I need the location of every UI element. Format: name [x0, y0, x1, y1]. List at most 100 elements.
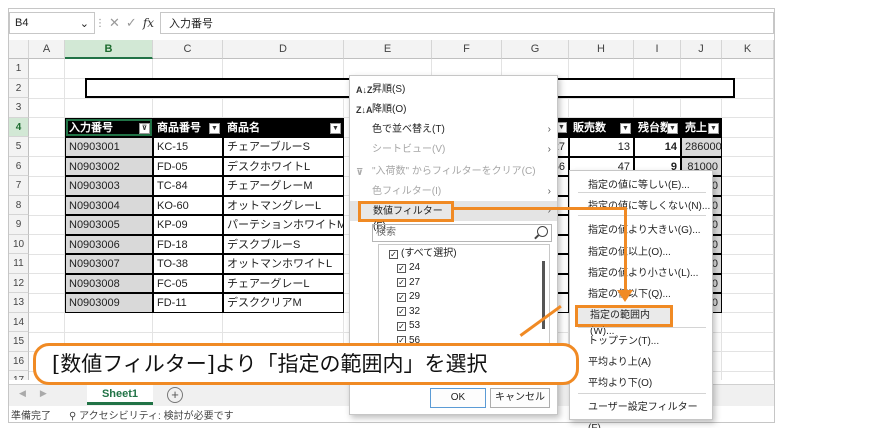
row-header-6[interactable]: 6	[9, 156, 29, 176]
table-cell-code[interactable]: TO-38	[153, 254, 223, 274]
row-header-17[interactable]: 17	[9, 371, 29, 380]
accessibility-status[interactable]: ⚲ アクセシビリティ: 検討が必要です	[69, 407, 234, 422]
table-cell-id[interactable]: N0903007	[65, 254, 153, 274]
chevron-down-icon[interactable]: ⌄	[80, 17, 89, 30]
submenu-item-4[interactable]: 指定の値より小さい(L)...	[570, 263, 712, 284]
cancel-x-icon[interactable]: ✕	[109, 15, 120, 31]
filter-value-item[interactable]: ✓ 29	[397, 290, 420, 304]
checkbox-checked-icon[interactable]: ✓	[397, 278, 406, 287]
submenu-item-6[interactable]: 指定の範囲内(W)...	[575, 305, 673, 337]
table-header-cell[interactable]: 商品番号 ▼	[153, 117, 223, 137]
filter-search-input[interactable]: 検索	[372, 224, 552, 242]
ok-button[interactable]: OK	[430, 388, 486, 408]
column-header-g[interactable]: G	[502, 40, 569, 59]
filter-dropdown-icon[interactable]: ▼	[667, 122, 678, 134]
checkbox-checked-icon[interactable]: ✓	[389, 249, 398, 259]
row-header-8[interactable]: 8	[9, 195, 29, 215]
formula-input[interactable]: 入力番号	[160, 12, 774, 34]
table-cell-name[interactable]: チェアーグレーL	[223, 273, 344, 293]
table-cell-id[interactable]: N0903003	[65, 176, 153, 196]
table-cell-name[interactable]: デスクホワイトL	[223, 156, 344, 176]
filter-select-all[interactable]: ✓ (すべて選択)	[389, 247, 457, 261]
table-cell-sales[interactable]: 13	[569, 137, 634, 157]
filter-dropdown-icon[interactable]: ▼	[620, 122, 631, 134]
row-header-15[interactable]: 15	[9, 332, 29, 352]
submenu-item-7[interactable]: トップテン(T)...	[570, 331, 712, 352]
filter-value-item[interactable]: ✓ 24	[397, 261, 420, 275]
filter-dropdown-icon[interactable]: ⊽	[139, 122, 150, 134]
row-header-5[interactable]: 5	[9, 137, 29, 157]
filter-value-item[interactable]: ✓ 53	[397, 319, 420, 333]
table-header-cell[interactable]: 商品名 ▼	[223, 117, 344, 137]
menu-sort-color[interactable]: 色で並べ替え(T) ›	[350, 120, 557, 140]
submenu-item-2[interactable]: 指定の値より大きい(G)...	[570, 220, 712, 241]
menu-sort-desc[interactable]: Z↓A 降順(O)	[350, 100, 557, 120]
table-cell-code[interactable]: KP-09	[153, 215, 223, 235]
table-cell-name[interactable]: チェアーグレーM	[223, 176, 344, 196]
checkbox-checked-icon[interactable]: ✓	[397, 292, 406, 302]
column-header-f[interactable]: F	[432, 40, 502, 59]
table-cell-id[interactable]: N0903008	[65, 273, 153, 293]
tab-nav-arrows-icon[interactable]: ◀▶	[19, 388, 61, 399]
checkbox-checked-icon[interactable]: ✓	[397, 321, 406, 331]
table-cell-id[interactable]: N0903002	[65, 156, 153, 176]
column-header-c[interactable]: C	[153, 40, 223, 59]
table-cell-name[interactable]: デスクブルーS	[223, 234, 344, 254]
sheet-tab[interactable]: Sheet1	[87, 385, 153, 405]
table-cell-id[interactable]: N0903001	[65, 137, 153, 157]
table-header-cell[interactable]: 残台数 ▼	[634, 117, 681, 137]
row-header-9[interactable]: 9	[9, 215, 29, 235]
row-header-11[interactable]: 11	[9, 254, 29, 274]
column-header-a[interactable]: A	[29, 40, 65, 59]
table-cell-name[interactable]: オットマンホワイトL	[223, 254, 344, 274]
menu-sort-asc[interactable]: A↓Z 昇順(S)	[350, 80, 557, 100]
confirm-check-icon[interactable]: ✓	[126, 15, 137, 31]
submenu-item-5[interactable]: 指定の値以下(Q)...	[570, 284, 712, 305]
menu-number-filter[interactable]: 数値フィルター(F)	[358, 201, 454, 232]
table-cell-code[interactable]: KO-60	[153, 195, 223, 215]
row-header-12[interactable]: 12	[9, 273, 29, 293]
select-all-corner[interactable]	[9, 40, 29, 59]
table-cell-code[interactable]: FC-05	[153, 273, 223, 293]
table-header-cell[interactable]: 入力番号 ⊽	[65, 117, 153, 137]
filter-value-item[interactable]: ✓ 27	[397, 276, 420, 290]
row-header-3[interactable]: 3	[9, 98, 29, 118]
table-cell-name[interactable]: オットマングレーL	[223, 195, 344, 215]
column-header-k[interactable]: K	[722, 40, 774, 59]
insert-function-icon[interactable]: fx	[143, 16, 154, 30]
checkbox-checked-icon[interactable]: ✓	[397, 307, 406, 316]
table-cell-id[interactable]: N0903004	[65, 195, 153, 215]
column-header-i[interactable]: I	[634, 40, 681, 59]
table-cell-name[interactable]: チェアーブルーS	[223, 137, 344, 157]
column-header-h[interactable]: H	[569, 40, 634, 59]
name-box[interactable]: B4 ⌄	[9, 12, 95, 34]
row-header-13[interactable]: 13	[9, 293, 29, 313]
filter-value-list[interactable]: ✓ (すべて選択) ✓ 24 ✓ 27 ✓ 29 ✓ 32 ✓ 53 ✓ 56	[378, 244, 550, 344]
table-cell-code[interactable]: FD-05	[153, 156, 223, 176]
submenu-item-3[interactable]: 指定の値以上(O)...	[570, 242, 712, 263]
row-header-7[interactable]: 7	[9, 176, 29, 196]
table-cell-revenue[interactable]: 286000	[681, 137, 722, 157]
table-cell-code[interactable]: FD-11	[153, 293, 223, 313]
row-header-2[interactable]: 2	[9, 78, 29, 98]
row-header-10[interactable]: 10	[9, 234, 29, 254]
table-header-cell[interactable]: 販売数 ▼	[569, 117, 634, 137]
table-cell-id[interactable]: N0903009	[65, 293, 153, 313]
column-header-e[interactable]: E	[344, 40, 432, 59]
filter-dropdown-icon[interactable]: ▼	[708, 122, 719, 134]
cancel-button[interactable]: キャンセル	[490, 388, 550, 408]
submenu-item-9[interactable]: 平均より下(O)	[570, 373, 712, 394]
table-cell-name[interactable]: デスククリアM	[223, 293, 344, 313]
table-header-cell[interactable]: 売上 ▼	[681, 117, 722, 137]
checkbox-checked-icon[interactable]: ✓	[397, 263, 406, 273]
submenu-item-8[interactable]: 平均より上(A)	[570, 352, 712, 373]
column-header-b[interactable]: B	[65, 40, 153, 59]
column-header-d[interactable]: D	[223, 40, 344, 59]
table-cell-stock[interactable]: 14	[634, 137, 681, 157]
table-cell-code[interactable]: KC-15	[153, 137, 223, 157]
filter-dropdown-icon[interactable]: ▼	[209, 122, 220, 134]
table-cell-id[interactable]: N0903005	[65, 215, 153, 235]
column-header-j[interactable]: J	[681, 40, 722, 59]
table-cell-id[interactable]: N0903006	[65, 234, 153, 254]
submenu-item-10[interactable]: ユーザー設定フィルター(F)...	[570, 397, 712, 428]
